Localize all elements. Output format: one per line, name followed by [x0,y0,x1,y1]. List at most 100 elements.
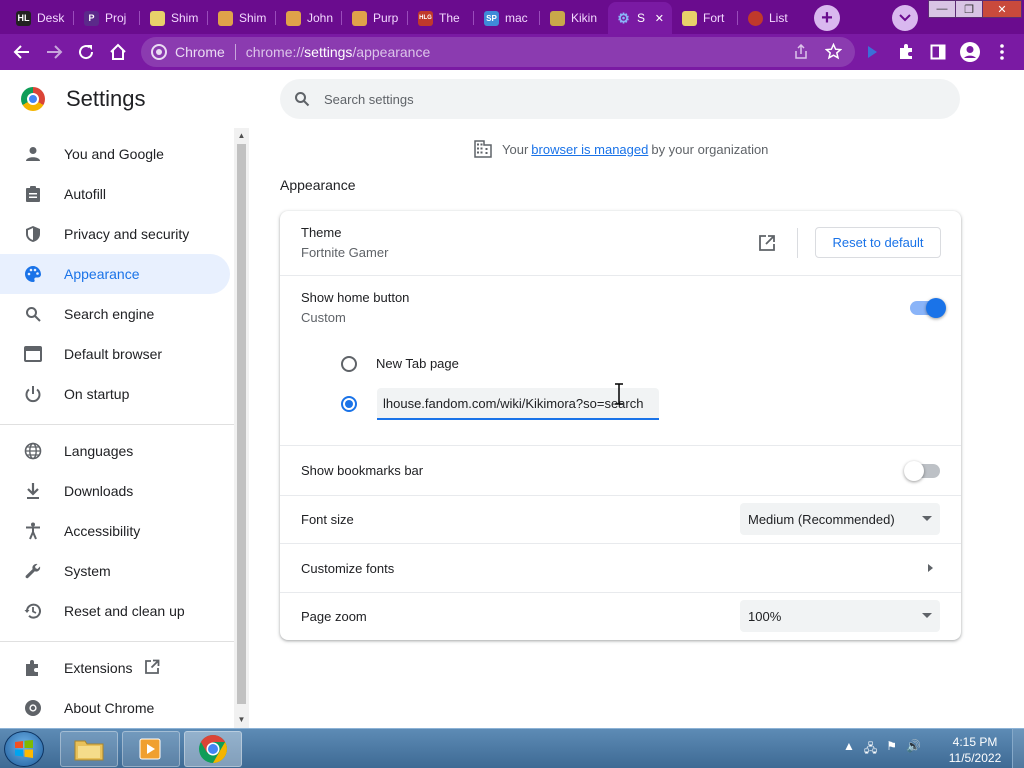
tab[interactable]: Purp [344,4,408,32]
start-button[interactable] [4,731,44,767]
maximize-button[interactable]: ❐ [955,0,983,18]
download-icon [22,480,44,502]
search-icon [22,303,44,325]
scrollbar-thumb[interactable] [237,144,246,704]
search-input[interactable] [324,91,924,107]
custom-url-radio[interactable] [341,396,357,412]
tab[interactable]: SP mac [476,4,540,32]
sidebar-item-on-startup[interactable]: On startup [0,374,230,414]
appearance-card: Theme Fortnite Gamer Reset to default Sh… [280,211,961,640]
network-icon[interactable]: 🖧 [864,739,877,760]
tab-strip: HL Desk P Proj Shim Shim John Purp HLG T… [0,0,1024,34]
taskbar-chrome[interactable] [184,731,242,767]
tab-favicon-icon [550,10,565,26]
person-icon [22,143,44,165]
taskbar-file-explorer[interactable] [60,731,118,767]
arrow-left-icon [13,45,29,59]
tab[interactable]: Kikin [542,4,606,32]
volume-icon[interactable]: 🔊 [906,739,921,760]
clock-date: 11/5/2022 [948,751,1002,765]
sidebar-item-about-chrome[interactable]: About Chrome [0,688,230,728]
palette-icon [22,263,44,285]
forward-button[interactable] [42,40,66,64]
sidebar-item-extensions[interactable]: Extensions [0,648,230,688]
tab[interactable]: Fort [674,4,738,32]
sidebar-scrollbar[interactable]: ▲ ▼ [234,128,249,728]
tab-favicon-icon [218,10,233,26]
tab-close-icon[interactable]: ✕ [655,12,664,25]
profile-button[interactable] [958,40,982,64]
play-icon [868,46,877,58]
menu-button[interactable] [990,40,1014,64]
sidebar-item-label: About Chrome [64,700,155,716]
sidebar-item-autofill[interactable]: Autofill [0,174,230,214]
tab[interactable]: HL Desk [8,4,74,32]
taskbar-clock[interactable]: 4:15 PM 11/5/2022 [940,734,1010,766]
new-tab-button[interactable]: + [814,5,840,31]
minimize-button[interactable]: — [928,0,956,18]
reload-button[interactable] [74,40,98,64]
taskbar-media-player[interactable] [122,731,180,767]
sidebar-item-languages[interactable]: Languages [0,431,230,471]
scroll-up-arrow-icon[interactable]: ▲ [234,128,249,142]
bookmark-star-icon[interactable] [824,42,843,63]
sidebar-item-system[interactable]: System [0,551,230,591]
font-size-select[interactable]: Medium (Recommended) [740,503,940,535]
sidebar-item-label: Search engine [64,306,155,322]
tab[interactable]: HLG The [410,4,474,32]
tab-favicon-icon: SP [484,10,499,26]
open-theme-external-icon[interactable] [758,234,776,252]
sidebar-item-reset[interactable]: Reset and clean up [0,591,230,631]
tab[interactable]: List [740,4,804,32]
sidebar-item-downloads[interactable]: Downloads [0,471,230,511]
tab-title: Shim [171,11,199,25]
tray-expand-icon[interactable]: ▲ [843,739,855,760]
sidebar-item-accessibility[interactable]: Accessibility [0,511,230,551]
share-icon[interactable] [793,43,809,63]
address-bar[interactable]: Chrome chrome://settings/appearance [141,37,855,67]
tab[interactable]: John [278,4,342,32]
browser-managed-link[interactable]: browser is managed [531,142,648,157]
settings-gear-icon: ⚙ [617,9,630,26]
tab[interactable]: Shim [142,4,208,32]
folder-icon [74,740,104,761]
home-button[interactable] [106,40,130,64]
sidebar-item-default-browser[interactable]: Default browser [0,334,230,374]
sidebar-item-you-and-google[interactable]: You and Google [0,134,230,174]
scroll-down-arrow-icon[interactable]: ▼ [234,712,249,726]
tab-favicon-icon: HLG [418,10,433,26]
sidebar-item-label: On startup [64,386,130,402]
home-button-toggle[interactable] [910,298,946,318]
customize-fonts-row[interactable] [280,544,961,592]
windows-logo-icon [15,740,33,758]
sidebar-item-label: Privacy and security [64,226,190,242]
tab[interactable]: Shim [210,4,276,32]
search-settings-box[interactable] [280,79,960,119]
page-zoom-select[interactable]: 100% [740,600,940,632]
media-button[interactable] [860,40,884,64]
close-button[interactable]: ✕ [982,0,1022,18]
tab-search-button[interactable] [892,5,918,31]
reset-theme-button[interactable]: Reset to default [815,227,941,258]
tab-favicon-icon [150,10,165,26]
dropdown-caret-icon [922,516,932,521]
extensions-button[interactable] [894,40,918,64]
newtab-radio[interactable] [341,356,357,372]
chrome-logo-icon [21,87,45,111]
back-button[interactable] [10,40,34,64]
clock-time: 4:15 PM [952,735,998,749]
tab[interactable]: P Proj [76,4,140,32]
power-icon [22,383,44,405]
tab-settings-active[interactable]: ⚙ S ✕ [608,2,672,34]
home-button-label: Show home button [301,290,410,305]
site-info-chip[interactable]: Chrome [141,44,225,60]
browser-icon [22,343,44,365]
sidebar-item-privacy[interactable]: Privacy and security [0,214,230,254]
side-panel-button[interactable] [926,40,950,64]
action-center-flag-icon[interactable]: ⚑ [886,739,897,760]
bookmarks-bar-label: Show bookmarks bar [301,463,424,478]
sidebar-item-search-engine[interactable]: Search engine [0,294,230,334]
bookmarks-bar-toggle[interactable] [904,461,940,481]
sidebar-item-appearance[interactable]: Appearance [0,254,230,294]
show-desktop-button[interactable] [1012,729,1024,768]
